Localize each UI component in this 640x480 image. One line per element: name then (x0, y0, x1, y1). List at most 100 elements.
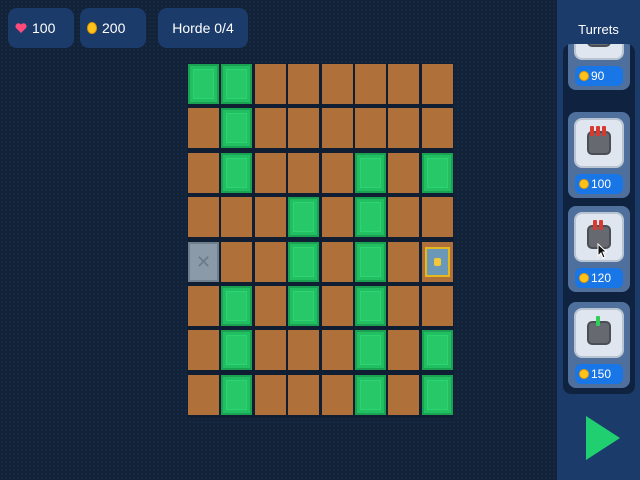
tile-dirt[interactable] (188, 153, 219, 193)
turret-base-icon (587, 44, 611, 47)
turret-sidebar: Turrets 90 100 120 150 (557, 0, 640, 480)
tile-spawn[interactable] (188, 242, 219, 282)
tile-dirt[interactable] (288, 330, 319, 370)
turret-shop-list[interactable]: 90 100 120 150 (563, 44, 635, 394)
tile-dirt[interactable] (322, 153, 353, 193)
coin-icon (579, 71, 589, 81)
tile-dirt[interactable] (255, 330, 286, 370)
tile-dirt[interactable] (355, 64, 386, 104)
tile-dirt[interactable] (188, 286, 219, 326)
turret-icon (574, 44, 624, 60)
tile-dirt[interactable] (322, 197, 353, 237)
turret-price: 150 (591, 367, 612, 381)
tile-grass[interactable] (221, 108, 252, 148)
tile-dirt[interactable] (288, 108, 319, 148)
tile-grass[interactable] (221, 286, 252, 326)
tile-grass[interactable] (288, 286, 319, 326)
tile-grass[interactable] (355, 375, 386, 415)
tile-dirt[interactable] (221, 197, 252, 237)
turret-icon (574, 118, 624, 168)
coins-display: 200 (80, 8, 146, 48)
tile-dirt[interactable] (388, 286, 419, 326)
tile-dirt[interactable] (322, 375, 353, 415)
tile-dirt[interactable] (388, 375, 419, 415)
tile-dirt[interactable] (322, 242, 353, 282)
tile-dirt[interactable] (388, 108, 419, 148)
tile-dirt[interactable] (255, 153, 286, 193)
turret-icon (574, 308, 624, 358)
tile-grass[interactable] (355, 197, 386, 237)
tile-dirt[interactable] (322, 108, 353, 148)
tile-dirt[interactable] (255, 242, 286, 282)
tile-dirt[interactable] (388, 330, 419, 370)
turret-card[interactable]: 90 (568, 44, 630, 90)
turret-price: 90 (591, 69, 605, 83)
tile-dirt[interactable] (422, 108, 453, 148)
tile-dirt[interactable] (322, 330, 353, 370)
play-icon (586, 416, 620, 460)
tile-dirt[interactable] (388, 64, 419, 104)
coin-icon (579, 369, 589, 379)
turret-card[interactable]: 150 (568, 302, 630, 388)
play-button[interactable] (582, 414, 622, 462)
tile-dirt[interactable] (422, 286, 453, 326)
tile-dirt[interactable] (322, 64, 353, 104)
turret-price: 120 (591, 271, 612, 285)
tile-grass[interactable] (288, 197, 319, 237)
turret-price: 100 (591, 177, 612, 191)
tile-dirt[interactable] (388, 153, 419, 193)
tile-dirt[interactable] (188, 197, 219, 237)
goal-pad-icon (425, 247, 450, 277)
tile-dirt[interactable] (255, 108, 286, 148)
tile-dirt[interactable] (255, 286, 286, 326)
tile-grass[interactable] (355, 330, 386, 370)
tile-grass[interactable] (355, 153, 386, 193)
tile-dirt[interactable] (188, 375, 219, 415)
tile-grass[interactable] (188, 64, 219, 104)
tile-grass[interactable] (221, 153, 252, 193)
tile-dirt[interactable] (255, 375, 286, 415)
health-value: 100 (32, 20, 56, 36)
turret-barrel-icon (596, 126, 600, 136)
tile-dirt[interactable] (221, 242, 252, 282)
turret-card[interactable]: 100 (568, 112, 630, 198)
turret-barrel-icon (590, 126, 594, 136)
tile-dirt[interactable] (388, 197, 419, 237)
tile-grass[interactable] (422, 330, 453, 370)
map-grid[interactable] (187, 63, 454, 418)
tile-grass[interactable] (221, 64, 252, 104)
tile-dirt[interactable] (422, 197, 453, 237)
tile-grass[interactable] (221, 330, 252, 370)
tile-dirt[interactable] (188, 330, 219, 370)
tile-grass[interactable] (355, 286, 386, 326)
tile-grass[interactable] (422, 153, 453, 193)
turret-barrel-icon (602, 126, 606, 136)
turret-price-tag: 100 (575, 174, 623, 194)
turret-barrel-icon (593, 220, 597, 230)
tile-grass[interactable] (221, 375, 252, 415)
coin-icon (579, 179, 589, 189)
tile-dirt[interactable] (388, 242, 419, 282)
turret-barrel-icon (599, 220, 603, 230)
tile-dirt[interactable] (288, 64, 319, 104)
tile-dirt[interactable] (288, 375, 319, 415)
health-display: 100 (8, 8, 74, 48)
tile-dirt[interactable] (255, 64, 286, 104)
coin-icon (579, 273, 589, 283)
tile-grass[interactable] (422, 375, 453, 415)
coin-icon (87, 22, 97, 34)
tile-dirt[interactable] (422, 64, 453, 104)
sidebar-title: Turrets (578, 22, 619, 37)
turret-price-tag: 120 (575, 268, 623, 288)
tile-goal[interactable] (422, 242, 453, 282)
tile-dirt[interactable] (355, 108, 386, 148)
mouse-cursor-icon (597, 243, 607, 259)
tile-dirt[interactable] (188, 108, 219, 148)
tile-dirt[interactable] (288, 153, 319, 193)
heart-icon (15, 22, 27, 34)
turret-barrel-icon (596, 316, 600, 326)
tile-dirt[interactable] (255, 197, 286, 237)
tile-dirt[interactable] (322, 286, 353, 326)
tile-grass[interactable] (288, 242, 319, 282)
tile-grass[interactable] (355, 242, 386, 282)
